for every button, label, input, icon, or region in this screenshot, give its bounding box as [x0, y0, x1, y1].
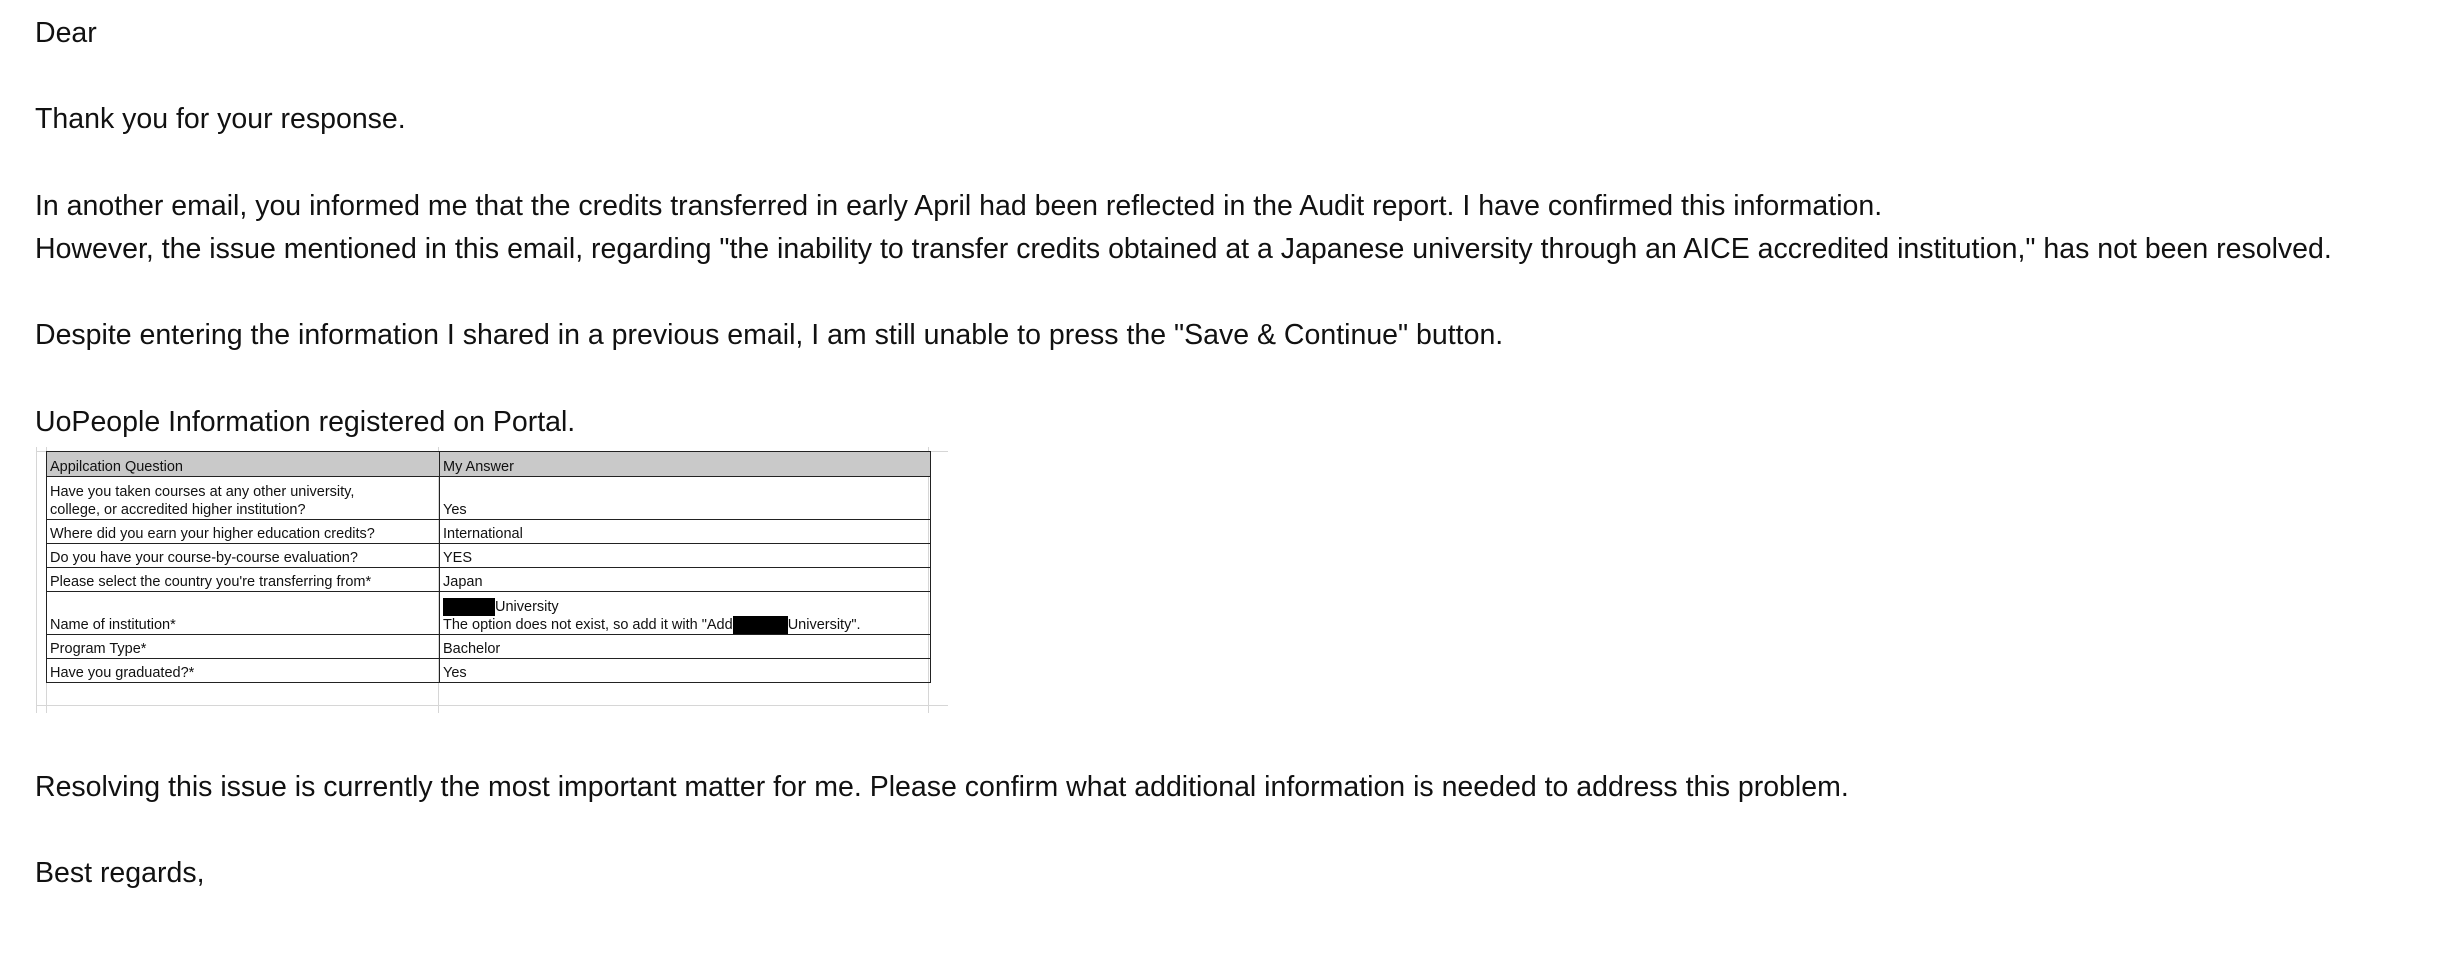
paragraph-2: Despite entering the information I share…	[35, 319, 1504, 351]
header-question: Appilcation Question	[46, 451, 440, 477]
question-cell: Where did you earn your higher education…	[46, 519, 440, 544]
portal-info-table-image: Appilcation Question My Answer Have you …	[36, 447, 948, 713]
signoff: Best regards,	[35, 857, 205, 889]
table-row: Please select the country you're transfe…	[46, 567, 931, 592]
answer-cell: University The option does not exist, so…	[439, 591, 931, 635]
question-cell: Have you graduated?*	[46, 658, 440, 683]
header-answer: My Answer	[439, 451, 931, 477]
answer-cell: Yes	[439, 658, 931, 683]
question-cell: Please select the country you're transfe…	[46, 567, 440, 592]
question-cell: Have you taken courses at any other univ…	[46, 476, 440, 520]
question-cell: Do you have your course-by-course evalua…	[46, 543, 440, 568]
redacted-recipient-name	[102, 18, 287, 67]
table-row: Name of institution* University The opti…	[46, 591, 931, 635]
answer-cell: International	[439, 519, 931, 544]
answer-cell: YES	[439, 543, 931, 568]
redacted-university-name	[443, 598, 495, 616]
portal-info-table: Appilcation Question My Answer Have you …	[46, 451, 931, 683]
table-row: Where did you earn your higher education…	[46, 519, 931, 544]
table-row: Do you have your course-by-course evalua…	[46, 543, 931, 568]
question-cell: Name of institution*	[46, 591, 440, 635]
table-intro: UoPeople Information registered on Porta…	[35, 406, 576, 438]
greeting: Dear	[35, 17, 97, 49]
table-row: Program Type* Bachelor	[46, 634, 931, 659]
table-header-row: Appilcation Question My Answer	[46, 451, 931, 477]
answer-cell: Japan	[439, 567, 931, 592]
answer-cell: Yes	[439, 476, 931, 520]
redacted-sender-name	[35, 899, 243, 935]
closing-paragraph: Resolving this issue is currently the mo…	[35, 771, 1849, 803]
question-cell: Program Type*	[46, 634, 440, 659]
thanks-line: Thank you for your response.	[35, 103, 406, 135]
redacted-university-name	[732, 616, 788, 634]
answer-cell: Bachelor	[439, 634, 931, 659]
paragraph-1-line-2: However, the issue mentioned in this ema…	[35, 233, 2332, 265]
paragraph-1-line-1: In another email, you informed me that t…	[35, 190, 1883, 222]
table-row: Have you taken courses at any other univ…	[46, 476, 931, 520]
table-row: Have you graduated?* Yes	[46, 658, 931, 683]
